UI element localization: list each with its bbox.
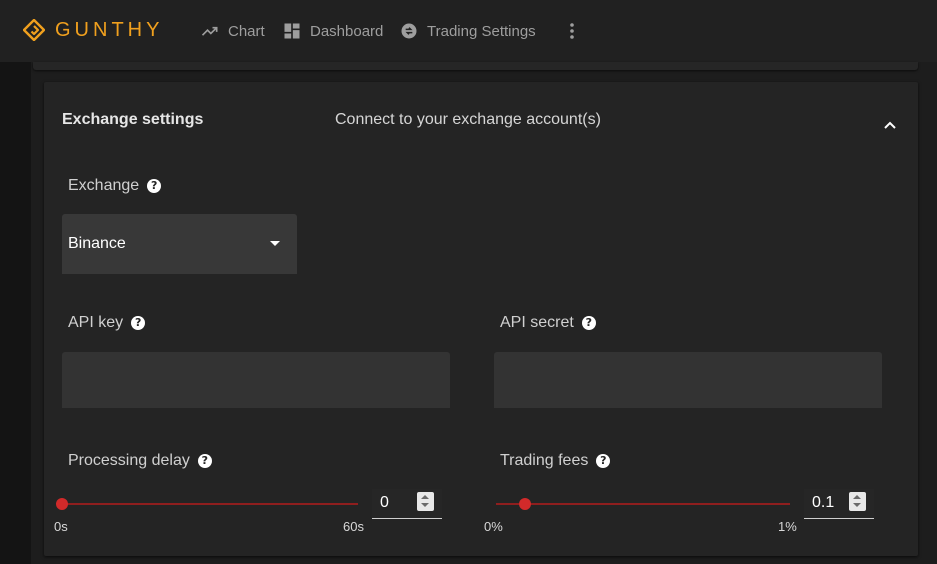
help-icon[interactable]: ?: [596, 454, 611, 468]
trading-fees-max-label: 1%: [778, 519, 797, 534]
api-key-input[interactable]: [62, 352, 450, 408]
dropdown-arrow-icon: [270, 241, 280, 246]
gunthy-logo-icon: [23, 19, 45, 41]
panel-title[interactable]: Exchange settings: [62, 111, 203, 129]
help-icon[interactable]: ?: [197, 454, 212, 468]
trading-fees-slider-track[interactable]: [496, 503, 790, 505]
trading-fees-label: Trading fees ?: [500, 452, 611, 470]
nav-item-dashboard[interactable]: Dashboard: [282, 21, 383, 41]
chevron-up-icon[interactable]: [880, 115, 900, 135]
processing-delay-value: 0: [380, 494, 389, 511]
nav-item-label: Dashboard: [310, 22, 384, 40]
help-icon[interactable]: ?: [147, 179, 162, 193]
stepper-icon[interactable]: [417, 492, 434, 511]
processing-delay-label: Processing delay ?: [68, 452, 212, 470]
trading-fees-min-label: 0%: [484, 519, 503, 534]
trading-fees-label-text: Trading fees: [500, 452, 589, 469]
api-secret-label-text: API secret: [500, 314, 574, 331]
previous-panel-edge: [33, 62, 918, 70]
top-nav-bar: GUNTHY Chart Dashboard Trading Settings: [0, 0, 937, 62]
panel-subtitle: Connect to your exchange account(s): [335, 111, 601, 128]
nav-item-trading-settings[interactable]: Trading Settings: [399, 21, 536, 41]
nav-item-chart[interactable]: Chart: [200, 21, 265, 41]
api-key-label: API key ?: [68, 314, 146, 332]
api-key-label-text: API key: [68, 314, 124, 331]
trading-fees-number-input[interactable]: 0.1: [804, 489, 874, 519]
processing-delay-number-input[interactable]: 0: [372, 489, 442, 519]
exchange-label-text: Exchange: [68, 177, 140, 194]
processing-delay-slider-track[interactable]: [62, 503, 358, 505]
stepper-icon[interactable]: [849, 492, 866, 511]
api-secret-label: API secret ?: [500, 314, 596, 332]
api-secret-input[interactable]: [494, 352, 882, 408]
nav-item-label: Trading Settings: [427, 22, 536, 40]
processing-delay-min-label: 0s: [54, 519, 68, 534]
side-gutter: [0, 62, 31, 564]
exchange-icon: [401, 23, 417, 39]
trending-up-icon: [201, 26, 218, 36]
exchange-select-value: Binance: [68, 235, 126, 252]
help-icon[interactable]: ?: [131, 316, 146, 330]
help-icon[interactable]: ?: [581, 316, 596, 330]
brand-logo[interactable]: GUNTHY: [23, 19, 163, 41]
processing-delay-label-text: Processing delay: [68, 452, 190, 469]
dashboard-icon: [284, 23, 300, 39]
brand-name: GUNTHY: [55, 19, 164, 41]
exchange-label: Exchange ?: [68, 177, 162, 195]
exchange-settings-panel: [44, 82, 918, 556]
more-vert-icon[interactable]: [562, 21, 582, 41]
nav-item-label: Chart: [228, 22, 265, 40]
trading-fees-value: 0.1: [812, 494, 835, 511]
processing-delay-max-label: 60s: [343, 519, 364, 534]
processing-delay-slider-thumb[interactable]: [56, 498, 68, 510]
exchange-select[interactable]: Binance: [62, 214, 297, 274]
